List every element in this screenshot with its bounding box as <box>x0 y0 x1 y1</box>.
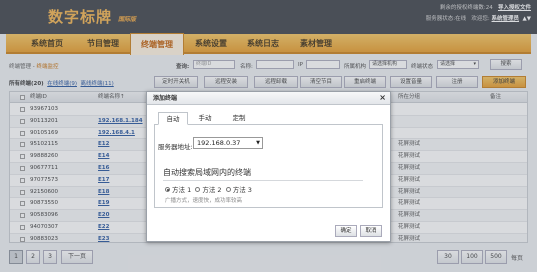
chevron-down-icon: ▼ <box>256 140 260 146</box>
method-description: 广播方式，速度快，成功率较高 <box>165 198 243 204</box>
tab-custom[interactable]: 定制 <box>224 112 254 125</box>
dialog-title-bar[interactable]: 添加终端 × <box>147 92 390 105</box>
method-1-option[interactable]: 方法 1 <box>165 186 191 194</box>
dialog-tabs: 自动 手动 定制 <box>154 112 383 125</box>
method-1-label: 方法 1 <box>172 186 192 194</box>
server-address-select[interactable]: 192.168.0.37 ▼ <box>193 137 263 149</box>
method-2-label: 方法 2 <box>202 186 222 194</box>
radio-unchecked-icon <box>225 186 231 192</box>
dialog-title: 添加终端 <box>153 95 178 102</box>
auto-search-title: 自动搜索局域网内的终端 <box>163 168 251 177</box>
server-address-label: 服务器地址: <box>158 143 193 151</box>
method-2-option[interactable]: 方法 2 <box>195 186 222 194</box>
tab-auto[interactable]: 自动 <box>158 112 188 125</box>
cancel-button[interactable]: 取消 <box>360 225 382 237</box>
method-3-option[interactable]: 方法 3 <box>225 186 252 194</box>
search-method-options: 方法 1 方法 2 方法 3 <box>165 184 252 194</box>
method-3-label: 方法 3 <box>232 186 252 194</box>
tab-manual[interactable]: 手动 <box>190 112 220 125</box>
page: 数字标牌 国际版 剩余的授权终端数:24 导入授权文件 服务器状态:在线 欢迎您… <box>0 0 537 272</box>
ok-button[interactable]: 确定 <box>335 225 357 237</box>
radio-unchecked-icon <box>195 186 201 192</box>
server-address-value: 192.168.0.37 <box>197 139 241 147</box>
radio-checked-icon <box>165 186 170 192</box>
add-terminal-dialog: 添加终端 × 自动 手动 定制 服务器地址: 192.168.0.37 ▼ 自动… <box>146 91 391 242</box>
close-icon[interactable]: × <box>379 92 386 104</box>
divider <box>163 180 363 181</box>
